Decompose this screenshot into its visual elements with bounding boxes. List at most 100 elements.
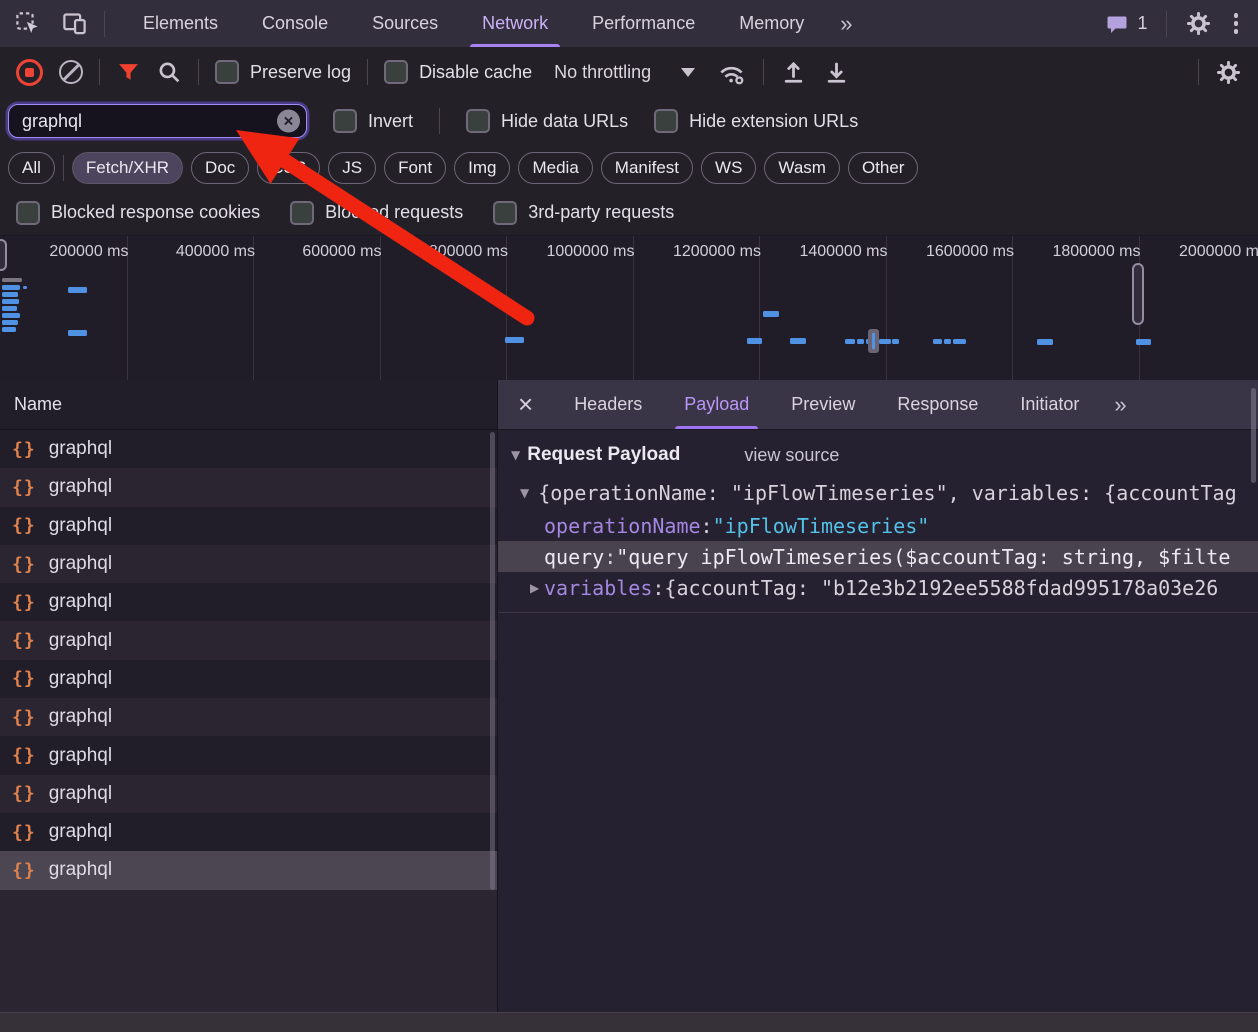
collapse-triangle-icon[interactable]: ▼ [511, 448, 520, 462]
chip-wasm[interactable]: Wasm [764, 151, 840, 184]
payload-entry-operationName[interactable]: operationName: "ipFlowTimeseries" [498, 510, 1258, 541]
3rd-party-requests-toggle[interactable]: 3rd-party requests [493, 200, 674, 225]
payload-entry-query[interactable]: query: "query ipFlowTimeseries($accountT… [498, 541, 1258, 572]
blocked-response-cookies-toggle[interactable]: Blocked response cookies [16, 200, 260, 225]
json-file-icon: {} [12, 515, 36, 537]
search-icon[interactable] [157, 60, 182, 85]
detail-tab-initiator[interactable]: Initiator [999, 380, 1100, 429]
blocked-requests-toggle[interactable]: Blocked requests [290, 200, 463, 225]
throttling-dropdown[interactable]: No throttling [554, 61, 696, 83]
collapse-triangle-icon[interactable]: ▼ [520, 486, 529, 500]
divider [62, 154, 64, 181]
request-row[interactable]: {} graphql [0, 621, 497, 660]
request-list-scrollbar[interactable] [490, 432, 495, 890]
request-row[interactable]: {} graphql [0, 430, 497, 469]
payload-summary-row[interactable]: ▼ {operationName: "ipFlowTimeseries", va… [498, 476, 1258, 510]
view-source-link[interactable]: view source [744, 445, 839, 466]
network-conditions-icon[interactable] [717, 59, 747, 86]
disable-cache-checkbox[interactable] [384, 60, 409, 84]
chip-img[interactable]: Img [454, 151, 511, 184]
hide-extension-urls-toggle[interactable]: Hide extension URLs [654, 109, 858, 133]
waterfall-bar [505, 337, 524, 343]
issues-indicator[interactable]: 1 [1105, 12, 1148, 36]
invert-checkbox[interactable] [333, 109, 357, 133]
disable-cache-toggle[interactable]: Disable cache [384, 60, 532, 84]
network-settings-gear-icon[interactable] [1215, 59, 1242, 86]
chip-all[interactable]: All [8, 151, 55, 184]
preserve-log-toggle[interactable]: Preserve log [215, 60, 351, 84]
record-network-log-button[interactable] [16, 58, 43, 86]
request-row[interactable]: {} graphql [0, 544, 497, 584]
detail-tab-response[interactable]: Response [876, 380, 999, 429]
name-column-header[interactable]: Name [0, 380, 497, 430]
overview-right-handle[interactable] [1132, 263, 1144, 325]
expand-triangle-icon[interactable]: ▶ [530, 581, 544, 595]
json-file-icon: {} [12, 668, 36, 690]
close-detail-icon[interactable]: × [498, 380, 553, 429]
request-row[interactable]: {} graphql [0, 851, 497, 890]
issues-bubble-icon [1105, 12, 1129, 36]
blocked-requests-checkbox[interactable] [290, 200, 315, 225]
detail-tab-payload[interactable]: Payload [663, 380, 770, 429]
timeline-tick-label: 1600000 ms [925, 243, 1014, 260]
tab-memory[interactable]: Memory [717, 0, 826, 47]
request-detail-panel: × Headers Payload Preview Response Initiator… [498, 380, 1258, 1012]
request-row[interactable]: {} graphql [0, 812, 497, 852]
request-row[interactable]: {} graphql [0, 774, 497, 813]
hide-extension-urls-checkbox[interactable] [654, 109, 679, 133]
device-toolbar-icon[interactable] [61, 10, 88, 37]
waterfall-bar [2, 299, 19, 304]
json-file-icon: {} [12, 630, 36, 652]
detail-tab-preview[interactable]: Preview [770, 380, 876, 429]
detail-tab-headers[interactable]: Headers [553, 380, 663, 429]
tab-performance[interactable]: Performance [570, 0, 717, 47]
filter-input[interactable]: graphql × [8, 104, 307, 138]
waterfall-bar [2, 306, 17, 311]
preserve-log-checkbox[interactable] [215, 60, 239, 84]
request-row[interactable]: {} graphql [0, 583, 497, 622]
timeline-tick-label: 600000 ms [302, 243, 382, 260]
chip-manifest[interactable]: Manifest [600, 151, 694, 184]
detail-more-tabs-icon[interactable]: » [1100, 380, 1138, 429]
overview-left-handle[interactable] [0, 239, 7, 271]
payload-summary-text: {operationName: "ipFlowTimeseries", vari… [538, 481, 1237, 505]
chip-media[interactable]: Media [518, 151, 593, 184]
hide-data-urls-toggle[interactable]: Hide data URLs [466, 109, 628, 133]
blocked-response-cookies-checkbox[interactable] [16, 200, 40, 225]
export-har-icon[interactable] [823, 59, 850, 86]
waterfall-bar [2, 285, 20, 290]
tab-console[interactable]: Console [240, 0, 350, 47]
tab-network[interactable]: Network [460, 0, 570, 47]
more-tabs-icon[interactable]: » [826, 0, 864, 47]
hide-data-urls-checkbox[interactable] [466, 109, 491, 133]
request-row[interactable]: {} graphql [0, 506, 497, 545]
clear-filter-icon[interactable]: × [277, 109, 300, 133]
filter-icon[interactable] [116, 60, 141, 85]
inspect-element-icon[interactable] [14, 10, 41, 37]
chevron-down-icon [681, 67, 696, 77]
chip-font[interactable]: Font [384, 151, 447, 184]
request-row[interactable]: {} graphql [0, 659, 497, 699]
tab-sources[interactable]: Sources [350, 0, 460, 47]
chip-other[interactable]: Other [847, 151, 919, 184]
request-row[interactable]: {} graphql [0, 698, 497, 737]
import-har-icon[interactable] [780, 59, 807, 86]
chip-ws[interactable]: WS [701, 151, 757, 184]
kebab-menu-icon[interactable] [1230, 9, 1243, 38]
chip-doc[interactable]: Doc [191, 151, 250, 184]
throttling-value: No throttling [554, 61, 652, 82]
payload-entries: operationName: "ipFlowTimeseries" query: … [498, 510, 1258, 603]
3rd-party-requests-checkbox[interactable] [493, 200, 518, 225]
chip-fetch-xhr[interactable]: Fetch/XHR [71, 151, 184, 184]
request-row[interactable]: {} graphql [0, 468, 497, 507]
chip-js[interactable]: JS [328, 151, 377, 184]
request-row[interactable]: {} graphql [0, 736, 497, 775]
tab-elements[interactable]: Elements [121, 0, 240, 47]
settings-gear-icon[interactable] [1185, 10, 1212, 37]
payload-entry-variables[interactable]: ▶ variables: {accountTag: "b12e3b2192ee55… [498, 572, 1258, 603]
waterfall-bar [23, 286, 27, 289]
clear-network-log-button[interactable] [59, 60, 83, 84]
network-overview-timeline[interactable]: 200000 ms 400000 ms 600000 ms 800000 ms 1000… [0, 235, 1258, 382]
chip-css[interactable]: CSS [257, 151, 321, 184]
invert-toggle[interactable]: Invert [333, 109, 413, 133]
